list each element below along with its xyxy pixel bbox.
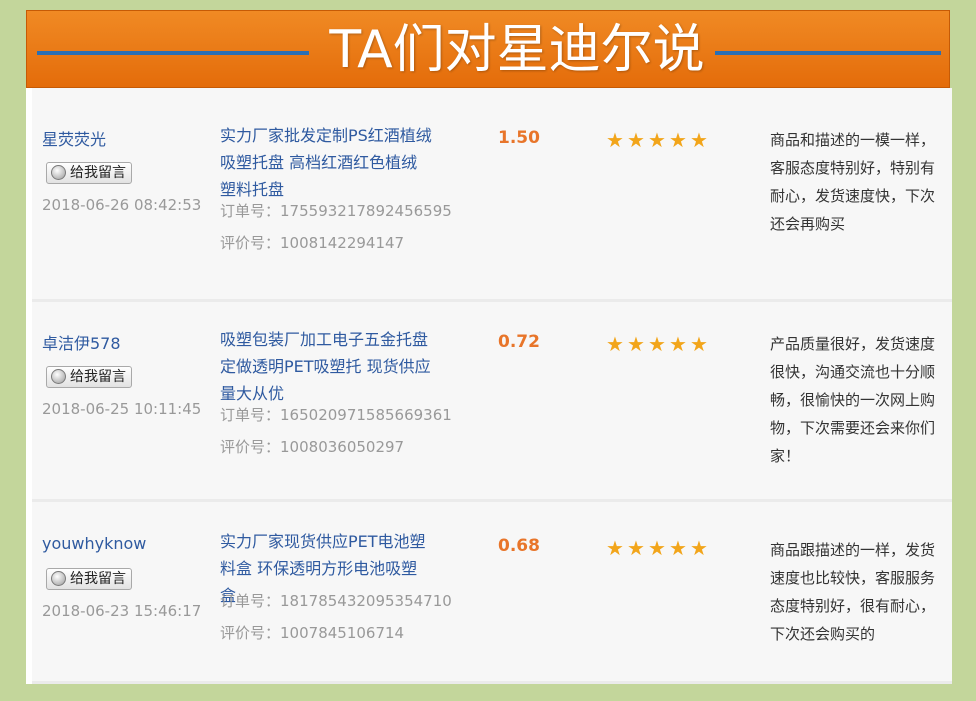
order-prefix: 订单号： — [220, 592, 281, 610]
order-prefix: 订单号： — [220, 406, 281, 424]
price: 0.68 — [498, 536, 540, 556]
leave-message-button[interactable]: 给我留言 — [46, 568, 132, 590]
reviews-panel: 星荧荧光 给我留言 2018-06-26 08:42:53 实力厂家批发定制PS… — [26, 88, 952, 684]
reviewer-name[interactable]: youwhyknow — [42, 534, 146, 553]
review-time: 2018-06-25 10:11:45 — [42, 400, 202, 418]
star-icon: ★ — [606, 128, 624, 152]
banner-title: TA们对星迪尔说 — [329, 20, 705, 80]
review-row: youwhyknow 给我留言 2018-06-23 15:46:17 实力厂家… — [32, 502, 952, 684]
price: 1.50 — [498, 128, 540, 148]
star-icon: ★ — [648, 536, 666, 560]
leave-message-label: 给我留言 — [70, 571, 126, 587]
price: 0.72 — [498, 332, 540, 352]
review-time: 2018-06-23 15:46:17 — [42, 602, 202, 620]
review-prefix: 评价号： — [220, 624, 281, 642]
review-prefix: 评价号： — [220, 234, 281, 252]
order-number: 订单号：175593217892456595 — [220, 200, 452, 221]
order-number: 订单号：165020971585669361 — [220, 404, 452, 425]
order-value: 181785432095354710 — [280, 592, 452, 610]
star-icon: ★ — [648, 128, 666, 152]
review-row: 卓洁伊578 给我留言 2018-06-25 10:11:45 吸塑包装厂加工电… — [32, 302, 952, 502]
review-value: 1008142294147 — [280, 234, 405, 252]
review-comment: 商品跟描述的一样，发货速度也比较快，客服服务态度特别好，很有耐心，下次还会购买的 — [770, 541, 936, 643]
order-prefix: 订单号： — [220, 202, 281, 220]
star-icon: ★ — [690, 536, 708, 560]
review-value: 1008036050297 — [280, 438, 405, 456]
review-number: 评价号：1008142294147 — [220, 232, 404, 253]
star-icon: ★ — [627, 332, 645, 356]
review-number: 评价号：1008036050297 — [220, 436, 404, 457]
star-icon: ★ — [627, 128, 645, 152]
product-link[interactable]: 实力厂家批发定制PS红酒植绒吸塑托盘 高档红酒红色植绒塑料托盘 — [220, 122, 432, 203]
message-icon — [51, 571, 66, 586]
star-icon: ★ — [627, 536, 645, 560]
review-comment: 商品和描述的一模一样，客服态度特别好，特别有耐心，发货速度快，下次还会再购买 — [770, 131, 936, 233]
review-row: 星荧荧光 给我留言 2018-06-26 08:42:53 实力厂家批发定制PS… — [32, 88, 952, 302]
review-comment: 产品质量很好，发货速度很快，沟通交流也十分顺畅，很愉快的一次网上购物，下次需要还… — [770, 335, 936, 465]
star-icon: ★ — [669, 332, 687, 356]
order-value: 175593217892456595 — [280, 202, 452, 220]
star-icon: ★ — [648, 332, 666, 356]
reviewer-name[interactable]: 星荧荧光 — [42, 126, 106, 150]
star-rating: ★ ★ ★ ★ ★ — [606, 538, 711, 558]
star-icon: ★ — [606, 536, 624, 560]
message-icon — [51, 369, 66, 384]
star-icon: ★ — [606, 332, 624, 356]
banner-right-line — [715, 51, 941, 55]
star-icon: ★ — [690, 128, 708, 152]
leave-message-button[interactable]: 给我留言 — [46, 366, 132, 388]
star-rating: ★ ★ ★ ★ ★ — [606, 130, 711, 150]
title-banner: TA们对星迪尔说 — [26, 10, 950, 88]
order-number: 订单号：181785432095354710 — [220, 590, 452, 611]
leave-message-label: 给我留言 — [70, 369, 126, 385]
star-rating: ★ ★ ★ ★ ★ — [606, 334, 711, 354]
star-icon: ★ — [669, 128, 687, 152]
review-time: 2018-06-26 08:42:53 — [42, 196, 202, 214]
review-number: 评价号：1007845106714 — [220, 622, 404, 643]
review-value: 1007845106714 — [280, 624, 405, 642]
message-icon — [51, 165, 66, 180]
leave-message-label: 给我留言 — [70, 165, 126, 181]
reviewer-name[interactable]: 卓洁伊578 — [42, 330, 121, 354]
order-value: 165020971585669361 — [280, 406, 452, 424]
review-prefix: 评价号： — [220, 438, 281, 456]
star-icon: ★ — [690, 332, 708, 356]
banner-left-line — [37, 51, 309, 55]
star-icon: ★ — [669, 536, 687, 560]
leave-message-button[interactable]: 给我留言 — [46, 162, 132, 184]
product-link[interactable]: 吸塑包装厂加工电子五金托盘定做透明PET吸塑托 现货供应量大从优 — [220, 326, 432, 407]
